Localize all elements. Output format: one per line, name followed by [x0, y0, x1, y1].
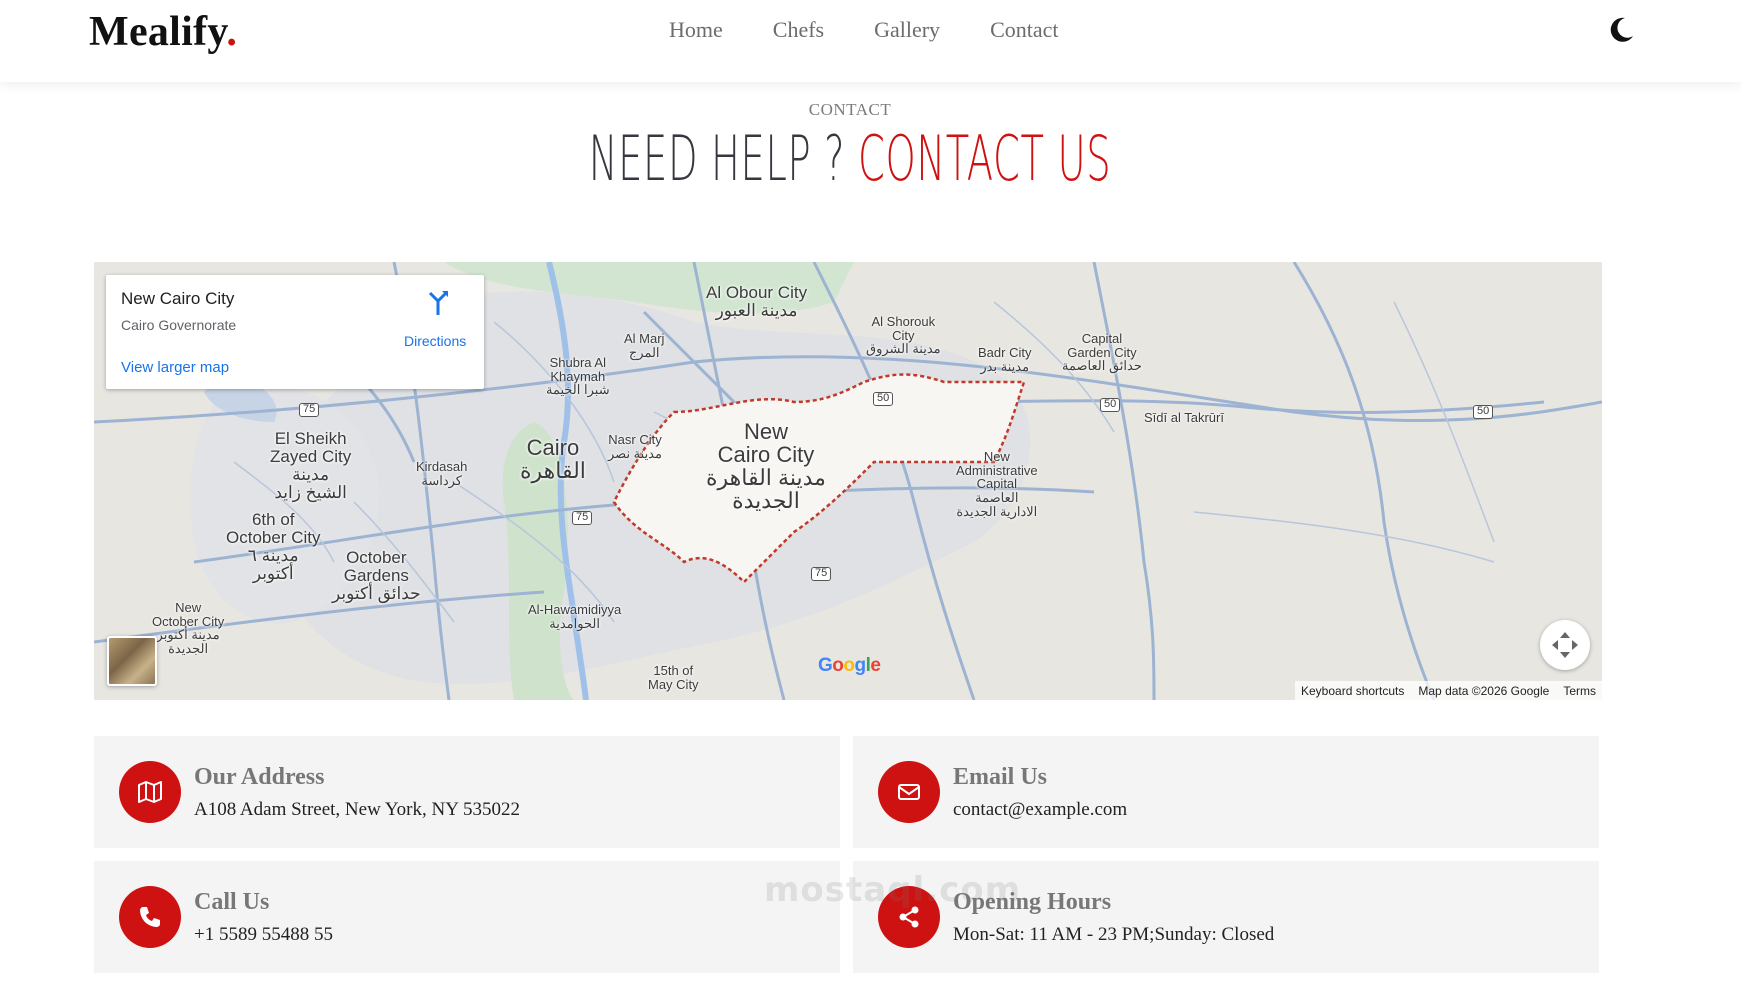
section-label: CONTACT [808, 100, 892, 119]
brand-dot: . [226, 9, 238, 55]
map-data-text: Map data ©2026 Google [1418, 683, 1550, 698]
heading-accent: CONTACT US [857, 122, 1112, 195]
info-icon-circle [119, 761, 181, 823]
fullscreen-button[interactable] [1540, 620, 1590, 670]
label-shorouk: Al Shorouk City مدينة الشروق [866, 314, 941, 357]
label-october-gardens: October Gardens حدائق أكتوبر [332, 548, 421, 603]
info-text: A108 Adam Street, New York, NY 535022 [194, 799, 520, 820]
nav-home[interactable]: Home [669, 14, 723, 46]
road-shield-75b: 75 [572, 511, 593, 525]
map-icon [138, 781, 162, 803]
label-sheikh-zayed: El Sheikh Zayed City مدينة الشيخ زايد [270, 429, 352, 502]
nav-gallery[interactable]: Gallery [874, 14, 940, 46]
nav-contact[interactable]: Contact [990, 14, 1058, 46]
label-cairo: Cairo القاهرة [520, 435, 586, 484]
label-sidi: Sīdī al Takrūrī [1144, 410, 1224, 425]
brand-name: Mealify [89, 9, 227, 55]
info-phone: Call Us +1 5589 55488 55 [94, 861, 840, 973]
info-address: Our Address A108 Adam Street, New York, … [94, 736, 840, 848]
map-attribution: Keyboard shortcuts Map data ©2026 Google… [1295, 681, 1602, 700]
label-nasr: Nasr City مدينة نصر [608, 432, 662, 461]
info-icon-circle [878, 761, 940, 823]
brand-logo[interactable]: Mealify. [89, 8, 237, 56]
label-marj: Al Marj المرج [624, 331, 665, 360]
road-shield-75c: 75 [811, 567, 832, 581]
terms-link[interactable]: Terms [1563, 684, 1596, 698]
label-obour: Al Obour City مدينة العبور [706, 283, 808, 320]
place-card: New Cairo City Cairo Governorate View la… [106, 275, 484, 389]
watermark: mostaql.com [764, 870, 1022, 910]
main-nav: Home Chefs Gallery Contact [669, 14, 1109, 46]
info-title: Call Us [194, 889, 270, 915]
label-capital-garden: Capital Garden City حدائق العاصمة [1062, 331, 1142, 374]
label-hawamdiya: Al-Hawamidiyya الحوامدية [528, 602, 622, 631]
info-text[interactable]: contact@example.com [953, 799, 1127, 821]
info-email: Email Us contact@example.com [853, 736, 1599, 848]
road-shield-75a: 75 [299, 403, 320, 417]
label-new-october: New October City مدينة أكتوبر الجديدة [152, 600, 225, 656]
google-logo: Google [818, 655, 881, 676]
label-new-capital: New Administrative Capital العاصمة الادا… [956, 449, 1038, 519]
label-october: 6th of October City مدينة ٦ أكتوبر [226, 510, 321, 583]
envelope-icon [898, 784, 920, 800]
site-header: Mealify. Home Chefs Gallery Contact [0, 0, 1741, 82]
place-subtitle: Cairo Governorate [121, 317, 237, 333]
directions-icon[interactable] [424, 289, 452, 317]
label-kirdasah: Kirdasah كرداسة [416, 459, 468, 488]
google-map[interactable]: 75 75 75 50 50 50 Al Obour City مدينة ال… [94, 262, 1602, 700]
nav-chefs[interactable]: Chefs [773, 14, 824, 46]
road-shield-50a: 50 [873, 392, 894, 406]
directions-link[interactable]: Directions [404, 333, 466, 349]
info-icon-circle [119, 886, 181, 948]
label-new-cairo: New Cairo City مدينة القاهرة الجديدة [706, 419, 826, 514]
label-shubra: Shubra Al Khaymah شبرا الخيمة [546, 355, 610, 398]
info-title: Our Address [194, 764, 325, 790]
info-text: Mon-Sat: 11 AM - 23 PM;Sunday: Closed [953, 924, 1275, 945]
heading-main: NEED HELP ? [588, 122, 846, 195]
satellite-toggle[interactable] [107, 636, 157, 686]
section-heading: NEED HELP ? CONTACT US [323, 118, 1377, 200]
info-title: Email Us [953, 764, 1048, 790]
road-shield-50b: 50 [1100, 398, 1121, 412]
label-may: 15th of May City [648, 663, 699, 692]
place-title: New Cairo City [121, 289, 235, 308]
moon-icon[interactable] [1606, 15, 1636, 45]
road-shield-50c: 50 [1473, 405, 1494, 419]
info-text[interactable]: +1 5589 55488 55 [194, 924, 333, 946]
view-larger-map-link[interactable]: View larger map [121, 359, 229, 376]
fullscreen-icon [1552, 632, 1578, 658]
keyboard-shortcuts-link[interactable]: Keyboard shortcuts [1301, 684, 1404, 698]
label-badr: Badr City مدينة بدر [978, 345, 1032, 374]
phone-icon [140, 907, 160, 927]
